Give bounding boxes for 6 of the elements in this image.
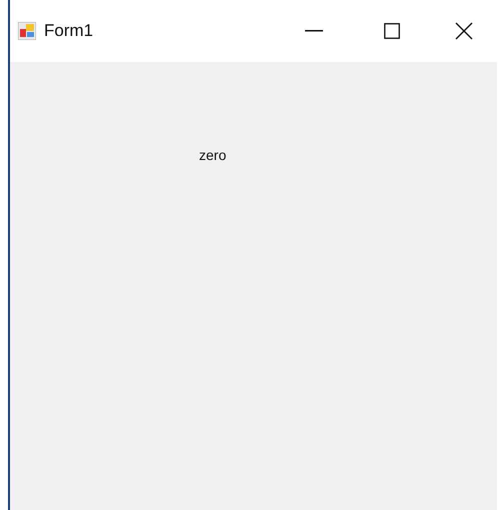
close-icon — [455, 22, 473, 40]
app-icon — [18, 22, 36, 40]
minimize-icon — [305, 30, 323, 32]
form-label: zero — [199, 147, 226, 163]
window-title: Form1 — [44, 20, 94, 42]
maximize-icon — [384, 23, 400, 39]
